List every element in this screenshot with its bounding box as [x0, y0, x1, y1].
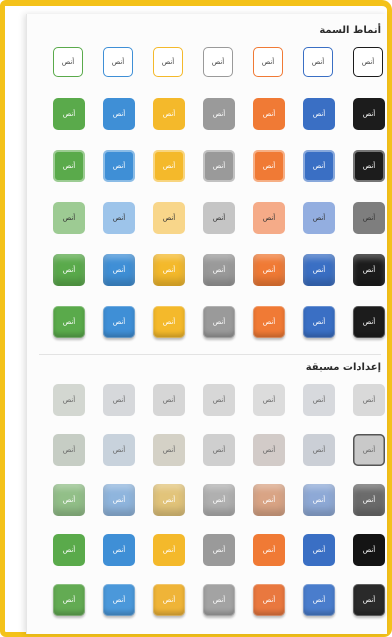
- style-swatch[interactable]: أنص: [253, 306, 285, 338]
- style-swatch[interactable]: أنص: [103, 384, 135, 416]
- style-swatch[interactable]: أنص: [353, 384, 385, 416]
- style-swatch[interactable]: أنص: [153, 534, 185, 566]
- style-swatch[interactable]: أنص: [303, 584, 335, 616]
- style-swatch[interactable]: أنص: [353, 150, 385, 182]
- style-swatch[interactable]: أنص: [153, 484, 185, 516]
- style-swatch[interactable]: أنص: [353, 584, 385, 616]
- style-swatch[interactable]: أنص: [253, 584, 285, 616]
- style-swatch[interactable]: أنص: [303, 150, 335, 182]
- style-swatch[interactable]: أنص: [303, 534, 335, 566]
- style-swatch[interactable]: أنص: [203, 434, 235, 466]
- style-swatch[interactable]: أنص: [203, 254, 235, 286]
- style-swatch[interactable]: أنص: [103, 534, 135, 566]
- style-swatch[interactable]: أنص: [353, 434, 385, 466]
- style-swatch[interactable]: أنص: [203, 150, 235, 182]
- style-swatch[interactable]: أنص: [153, 434, 185, 466]
- style-swatch[interactable]: أنص: [203, 202, 235, 234]
- preset-row-3: أنص أنص أنص أنص أنص أنص أنص: [43, 484, 385, 516]
- style-swatch[interactable]: أنص: [153, 47, 183, 77]
- style-swatch[interactable]: أنص: [353, 202, 385, 234]
- style-swatch[interactable]: أنص: [353, 254, 385, 286]
- style-swatch[interactable]: أنص: [253, 534, 285, 566]
- style-swatch[interactable]: أنص: [153, 202, 185, 234]
- style-swatch[interactable]: أنص: [303, 98, 335, 130]
- style-swatch[interactable]: أنص: [253, 484, 285, 516]
- theme-row-outline: أنص أنص أنص أنص أنص أنص أنص: [43, 46, 383, 78]
- style-swatch[interactable]: أنص: [203, 584, 235, 616]
- style-swatch[interactable]: أنص: [103, 584, 135, 616]
- theme-row-light: أنص أنص أنص أنص أنص أنص أنص: [43, 202, 385, 234]
- style-swatch[interactable]: أنص: [53, 534, 85, 566]
- style-swatch[interactable]: أنص: [303, 434, 335, 466]
- preset-row-5: أنص أنص أنص أنص أنص أنص أنص: [43, 584, 385, 616]
- theme-styles-heading: أنماط السمة: [319, 25, 381, 36]
- style-swatch[interactable]: أنص: [53, 254, 85, 286]
- style-swatch[interactable]: أنص: [103, 150, 135, 182]
- style-swatch[interactable]: أنص: [353, 484, 385, 516]
- style-swatch[interactable]: أنص: [353, 534, 385, 566]
- theme-row-bevel: أنص أنص أنص أنص أنص أنص أنص: [43, 306, 385, 338]
- style-swatch[interactable]: أنص: [203, 98, 235, 130]
- style-swatch[interactable]: أنص: [253, 434, 285, 466]
- style-swatch[interactable]: أنص: [253, 384, 285, 416]
- style-swatch[interactable]: أنص: [253, 254, 285, 286]
- style-swatch[interactable]: أنص: [303, 47, 333, 77]
- style-swatch[interactable]: أنص: [253, 47, 283, 77]
- style-swatch[interactable]: أنص: [103, 434, 135, 466]
- style-swatch[interactable]: أنص: [353, 47, 383, 77]
- style-swatch[interactable]: أنص: [53, 434, 85, 466]
- style-swatch[interactable]: أنص: [203, 47, 233, 77]
- style-swatch[interactable]: أنص: [353, 306, 385, 338]
- style-swatch[interactable]: أنص: [53, 484, 85, 516]
- style-swatch[interactable]: أنص: [203, 534, 235, 566]
- style-swatch[interactable]: أنص: [203, 306, 235, 338]
- style-swatch[interactable]: أنص: [303, 254, 335, 286]
- style-swatch[interactable]: أنص: [153, 584, 185, 616]
- style-swatch[interactable]: أنص: [103, 306, 135, 338]
- style-swatch[interactable]: أنص: [153, 254, 185, 286]
- style-swatch[interactable]: أنص: [103, 202, 135, 234]
- preset-row-4: أنص أنص أنص أنص أنص أنص أنص: [43, 534, 385, 566]
- section-divider: [39, 354, 381, 355]
- preset-row-1: أنص أنص أنص أنص أنص أنص أنص: [43, 384, 385, 416]
- style-swatch[interactable]: أنص: [103, 98, 135, 130]
- theme-row-gradient: أنص أنص أنص أنص أنص أنص أنص: [43, 254, 385, 286]
- style-swatch[interactable]: أنص: [53, 202, 85, 234]
- style-swatch[interactable]: أنص: [53, 98, 85, 130]
- theme-row-solid: أنص أنص أنص أنص أنص أنص أنص: [43, 98, 385, 130]
- style-swatch[interactable]: أنص: [53, 150, 85, 182]
- style-swatch[interactable]: أنص: [303, 202, 335, 234]
- style-swatch[interactable]: أنص: [103, 254, 135, 286]
- style-swatch[interactable]: أنص: [153, 306, 185, 338]
- style-swatch[interactable]: أنص: [353, 98, 385, 130]
- style-swatch[interactable]: أنص: [253, 150, 285, 182]
- presets-heading: إعدادات مسبقة: [305, 362, 381, 373]
- style-swatch[interactable]: أنص: [203, 384, 235, 416]
- style-swatch[interactable]: أنص: [253, 98, 285, 130]
- style-swatch[interactable]: أنص: [53, 306, 85, 338]
- style-swatch[interactable]: أنص: [103, 484, 135, 516]
- style-swatch[interactable]: أنص: [53, 384, 85, 416]
- style-swatch[interactable]: أنص: [153, 384, 185, 416]
- style-swatch[interactable]: أنص: [53, 47, 83, 77]
- shape-styles-gallery: أنماط السمة أنص أنص أنص أنص أنص أنص أنص أنص أنص أ…: [26, 14, 387, 634]
- style-swatch[interactable]: أنص: [253, 202, 285, 234]
- preset-row-2: أنص أنص أنص أنص أنص أنص أنص: [43, 434, 385, 466]
- style-swatch[interactable]: أنص: [203, 484, 235, 516]
- style-swatch[interactable]: أنص: [103, 47, 133, 77]
- style-swatch[interactable]: أنص: [303, 484, 335, 516]
- style-swatch[interactable]: أنص: [153, 98, 185, 130]
- style-swatch[interactable]: أنص: [303, 306, 335, 338]
- style-swatch[interactable]: أنص: [53, 584, 85, 616]
- theme-row-solid-outline: أنص أنص أنص أنص أنص أنص أنص: [43, 150, 385, 182]
- style-swatch[interactable]: أنص: [303, 384, 335, 416]
- style-swatch[interactable]: أنص: [153, 150, 185, 182]
